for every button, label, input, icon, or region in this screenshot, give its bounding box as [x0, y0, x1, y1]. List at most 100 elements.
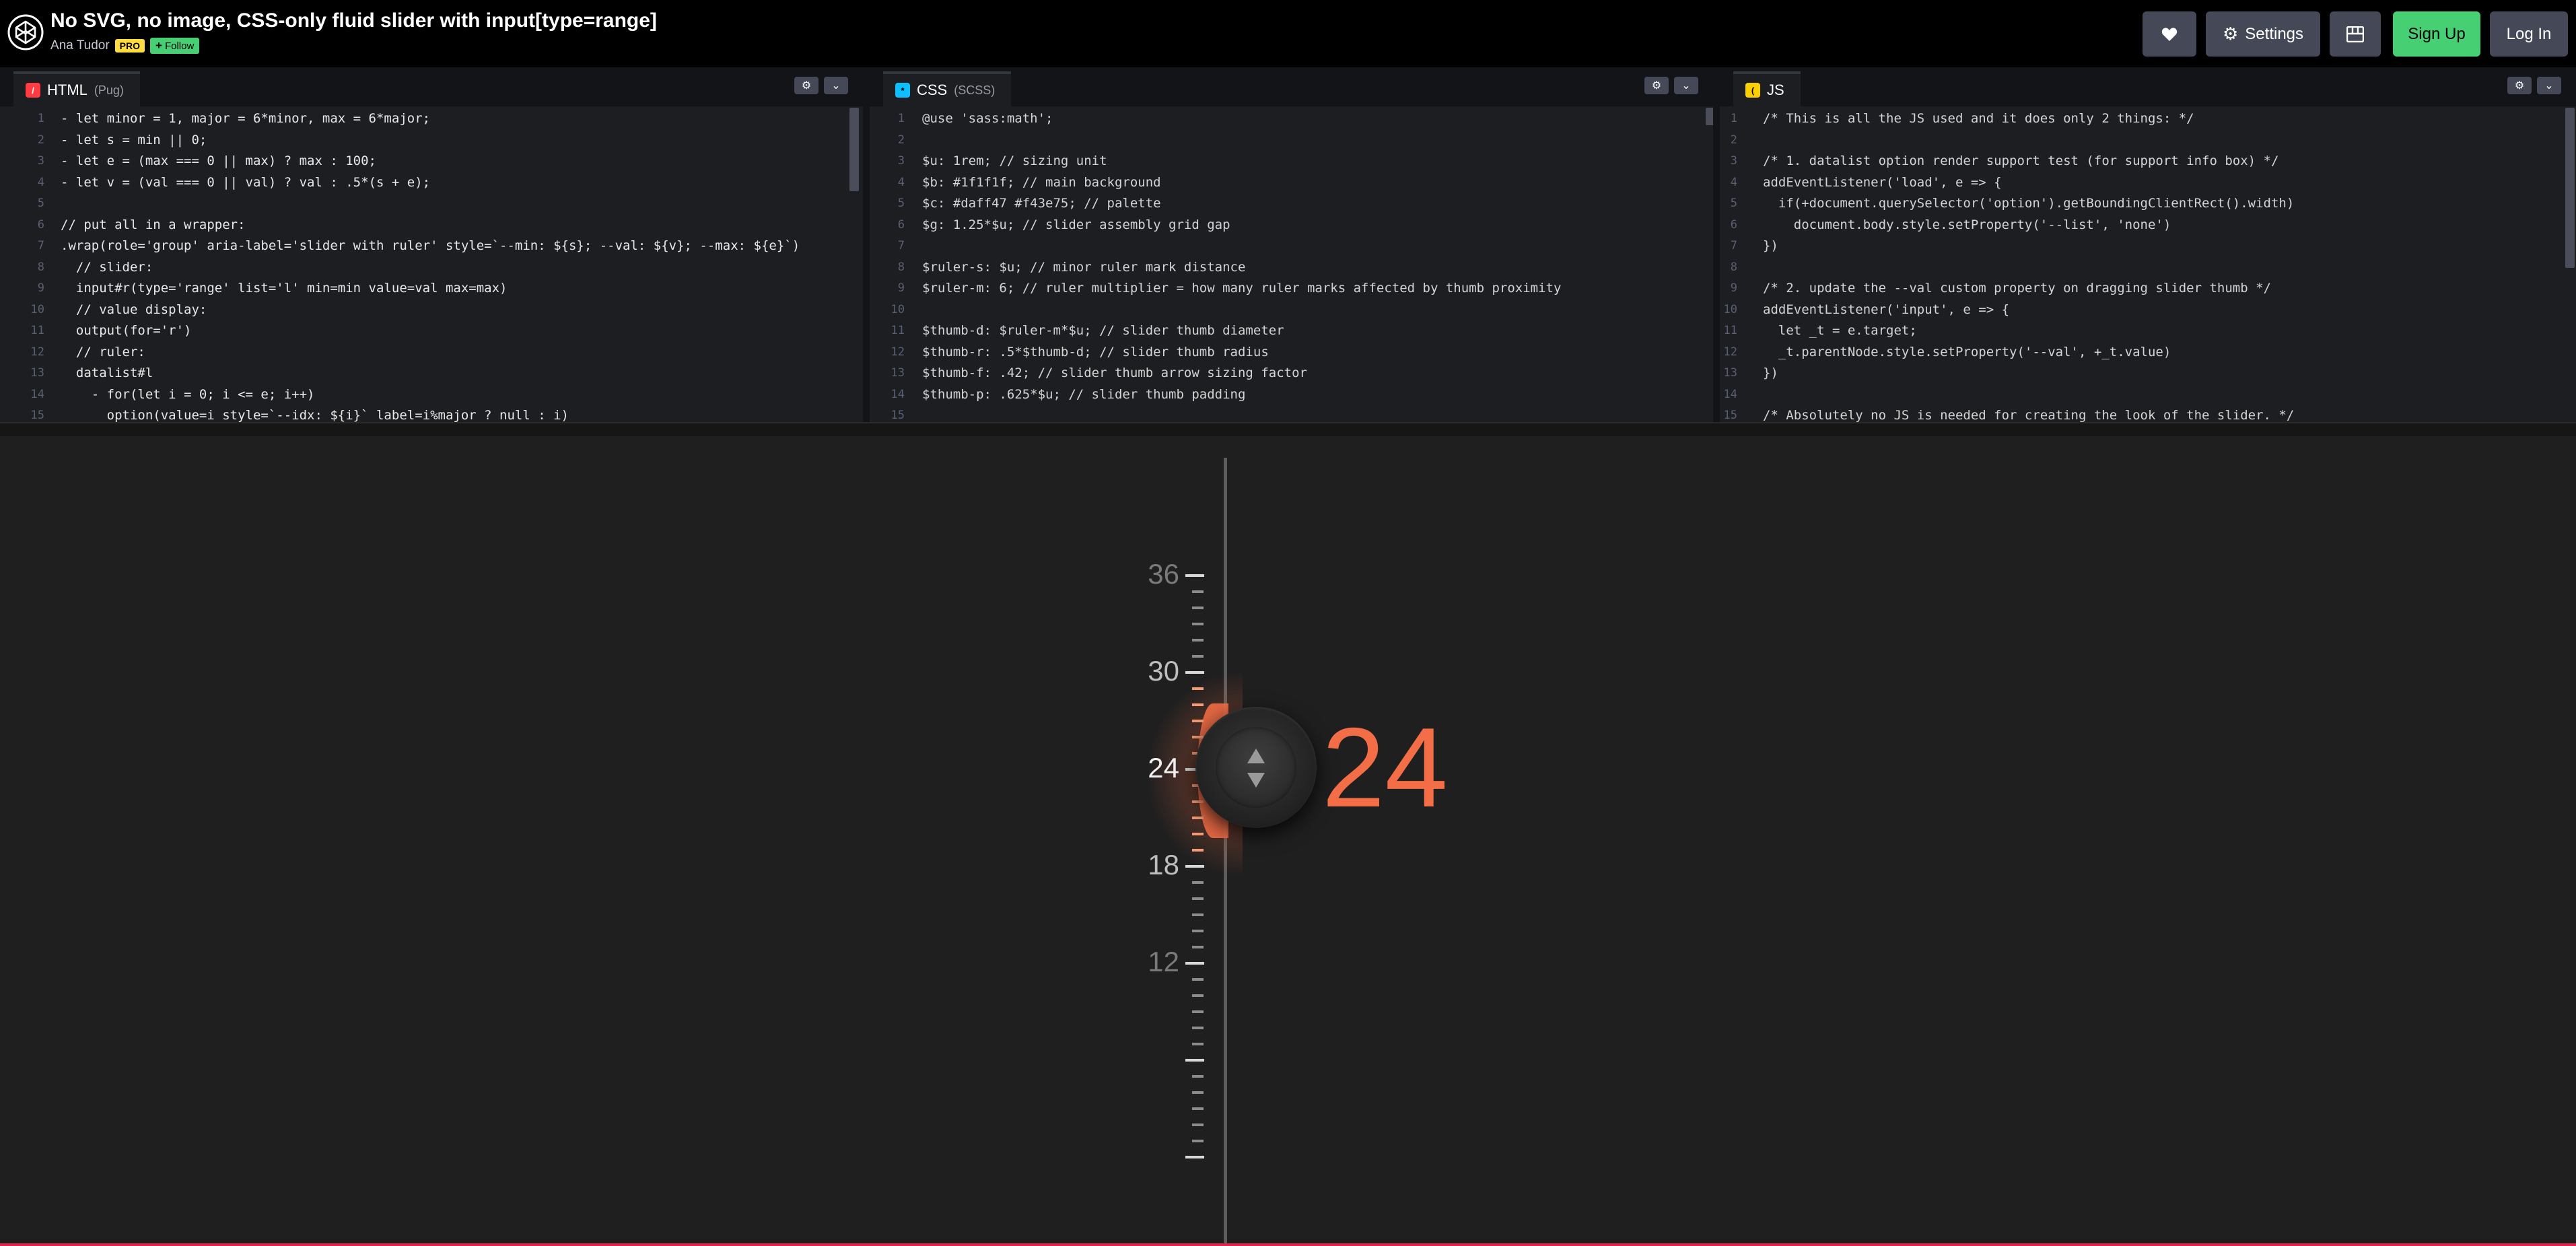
code-text: output(for='r')	[61, 323, 192, 338]
code-line: 9 input#r(type='range' list='l' min=min …	[0, 278, 863, 300]
code-line: 13})	[1720, 363, 2576, 384]
code-line: 10 // value display:	[0, 300, 863, 321]
line-number: 6	[897, 217, 905, 232]
html-preprocessor-label: (Pug)	[94, 83, 124, 97]
ruler-minor-mark	[1192, 639, 1204, 642]
html-code[interactable]: 1 - let minor = 1, major = 6*minor, max =…	[0, 106, 863, 422]
line-number: 10	[891, 302, 905, 316]
html-tab-bar: / HTML (Pug) ⚙ ⌄	[0, 67, 863, 106]
code-text: - for(let i = 0; i <= e; i++)	[61, 386, 315, 402]
code-line: 2	[1720, 130, 2576, 151]
author-name[interactable]: Ana Tudor	[50, 38, 110, 53]
code-line: 15 /* Absolutely no JS is needed for crea…	[1720, 405, 2576, 422]
html-tab[interactable]: / HTML (Pug)	[13, 71, 140, 106]
code-line: 15	[870, 405, 1713, 422]
change-view-button[interactable]	[2330, 11, 2381, 57]
ruler-minor-mark	[1192, 1107, 1204, 1110]
code-text: document.body.style.setProperty('--list'…	[1763, 217, 2171, 232]
code-text: $ruler-s: $u; // minor ruler mark distan…	[922, 259, 1246, 275]
ruler-major-mark	[1185, 574, 1204, 577]
ruler-minor-mark	[1192, 1091, 1204, 1094]
pro-badge: PRO	[114, 39, 145, 53]
code-line: 10 addEventListener('input', e => {	[1720, 300, 2576, 321]
html-scrollbar[interactable]	[849, 108, 859, 191]
code-text: @use 'sass:math';	[922, 111, 1053, 126]
css-editor: * CSS (SCSS) ⚙ ⌄ 1 @use 'sass:math'; 2 3 $u:…	[870, 67, 1715, 422]
pane-divider[interactable]	[1713, 67, 1720, 422]
line-number: 15	[1723, 409, 1737, 422]
css-collapse-chevron-down-icon[interactable]: ⌄	[1674, 77, 1698, 94]
pen-title[interactable]: No SVG, no image, CSS-only fluid slider …	[50, 9, 657, 32]
line-number: 11	[891, 324, 905, 337]
js-collapse-chevron-down-icon[interactable]: ⌄	[2537, 77, 2561, 94]
css-code[interactable]: 1 @use 'sass:math'; 2 3 $u: 1rem; // sizing …	[870, 106, 1713, 422]
ruler-minor-mark	[1192, 607, 1204, 609]
code-text: /* Absolutely no JS is needed for creati…	[1763, 408, 2295, 422]
js-code[interactable]: 1 /* This is all the JS used and it does …	[1720, 106, 2576, 422]
log-in-button[interactable]: Log In	[2490, 11, 2568, 57]
line-number: 8	[897, 260, 905, 274]
line-number: 12	[1723, 345, 1737, 359]
code-line: 2 - let s = min || 0;	[0, 130, 863, 151]
code-text: if(+document.querySelector('option').get…	[1763, 196, 2295, 211]
code-line: 10	[870, 300, 1713, 321]
code-line: 14 - for(let i = 0; i <= e; i++)	[0, 384, 863, 406]
code-line: 8 // slider:	[0, 257, 863, 279]
code-line: 7 .wrap(role='group' aria-label='slider w…	[0, 236, 863, 257]
follow-button[interactable]: + Follow	[150, 38, 200, 54]
line-number: 4	[37, 175, 44, 189]
line-number: 6	[1730, 217, 1737, 232]
up-down-arrows-icon	[1216, 727, 1296, 808]
code-text: _t.parentNode.style.setProperty('--val',…	[1763, 344, 2171, 359]
line-number: 15	[891, 409, 905, 422]
line-number: 5	[897, 197, 905, 210]
ruler-label: 36	[1148, 558, 1179, 590]
css-preprocessor-label: (SCSS)	[954, 83, 996, 97]
ruler-label: 12	[1148, 946, 1179, 977]
gear-icon: ⚙	[2222, 24, 2239, 44]
sign-up-button[interactable]: Sign Up	[2393, 11, 2480, 57]
ruler-minor-mark	[1192, 913, 1204, 916]
code-line: 5 if(+document.querySelector('option').g…	[1720, 193, 2576, 215]
line-number: 8	[1730, 260, 1737, 274]
css-settings-gear-icon[interactable]: ⚙	[1644, 77, 1669, 94]
code-line: 6 $g: 1.25*$u; // slider assembly grid ga…	[870, 215, 1713, 236]
code-text: input#r(type='range' list='l' min=min va…	[61, 281, 508, 296]
js-scrollbar[interactable]	[2565, 108, 2575, 268]
preview-resize-bar[interactable]	[0, 422, 2576, 436]
code-line: 9 /* 2. update the --val custom property …	[1720, 278, 2576, 300]
code-line: 7})	[1720, 236, 2576, 257]
css-tab-tools: ⚙ ⌄	[1644, 77, 1698, 94]
line-number: 13	[30, 366, 44, 380]
js-tab[interactable]: ( JS	[1733, 71, 1801, 106]
code-line: 12 _t.parentNode.style.setProperty('--va…	[1720, 342, 2576, 364]
code-text: // ruler:	[61, 344, 145, 359]
ruler-major-mark	[1185, 671, 1204, 674]
code-text: })	[1763, 366, 1778, 380]
code-text: addEventListener('input', e => {	[1763, 302, 2010, 317]
ruler-minor-mark	[1192, 720, 1204, 722]
html-collapse-chevron-down-icon[interactable]: ⌄	[824, 77, 848, 94]
ruler-label: 18	[1148, 849, 1179, 880]
codepen-logo-icon[interactable]	[7, 14, 44, 50]
line-number: 14	[30, 387, 44, 401]
pane-divider[interactable]	[863, 67, 870, 422]
code-line: 8 $ruler-s: $u; // minor ruler mark dista…	[870, 257, 1713, 279]
line-number: 13	[1723, 366, 1737, 380]
css-tab[interactable]: * CSS (SCSS)	[883, 71, 1012, 106]
settings-label: Settings	[2245, 24, 2304, 43]
line-number: 2	[37, 133, 44, 147]
slider-thumb[interactable]	[1195, 707, 1317, 828]
code-line: 4 addEventListener('load', e => {	[1720, 172, 2576, 194]
code-line: 3 $u: 1rem; // sizing unit	[870, 151, 1713, 172]
code-line: 12 $thumb-r: .5*$thumb-d; // slider thumb…	[870, 342, 1713, 364]
code-text: /* This is all the JS used and it does o…	[1763, 111, 2194, 126]
html-settings-gear-icon[interactable]: ⚙	[794, 77, 819, 94]
code-line: 14	[1720, 384, 2576, 406]
plus-icon: +	[155, 39, 162, 52]
line-number: 9	[897, 281, 905, 295]
settings-button[interactable]: ⚙ Settings	[2206, 11, 2320, 57]
code-text: - let minor = 1, major = 6*minor, max = …	[61, 111, 431, 126]
js-settings-gear-icon[interactable]: ⚙	[2507, 77, 2532, 94]
heart-button[interactable]	[2143, 11, 2196, 57]
